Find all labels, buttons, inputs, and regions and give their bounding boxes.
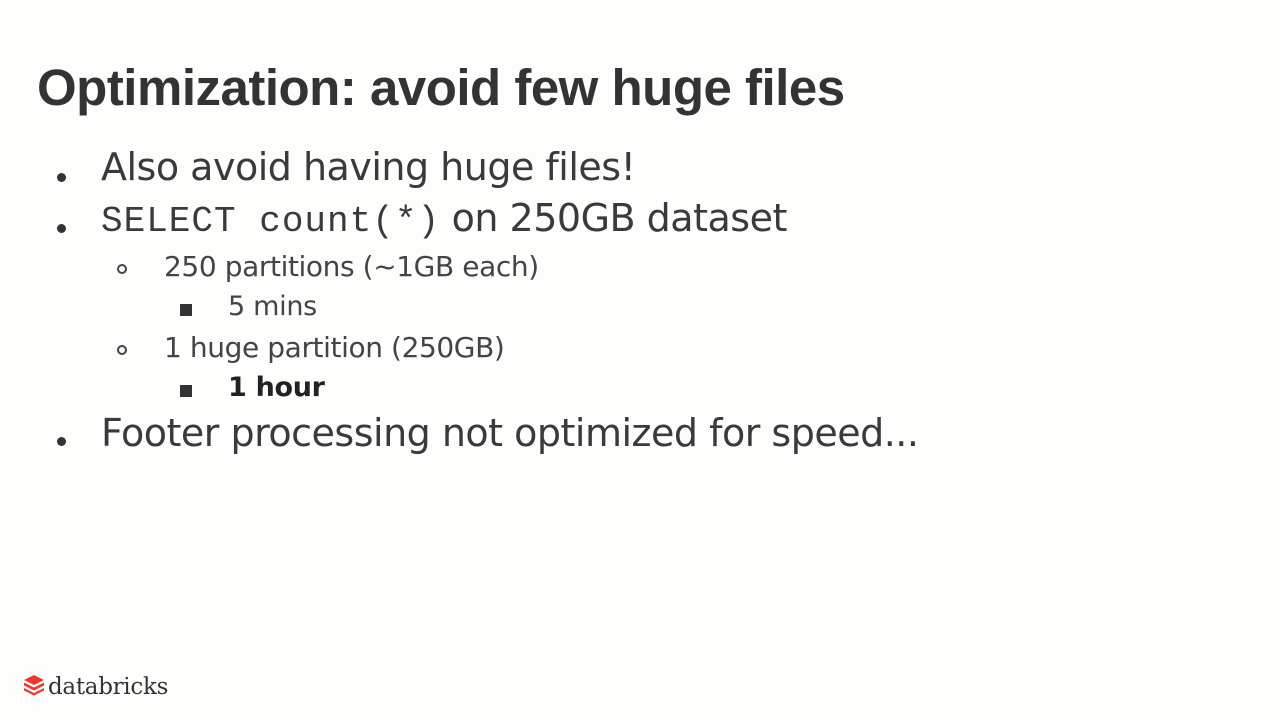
bullet-ring bbox=[117, 264, 127, 274]
logo-text: databricks bbox=[48, 674, 169, 700]
bullet-3: Footer processing not optimized for spee… bbox=[101, 411, 919, 455]
bullet-dot bbox=[57, 173, 66, 182]
slide: Optimization: avoid few huge files Also … bbox=[0, 0, 1280, 720]
sub-sub-bullet-2: 1 hour bbox=[228, 372, 325, 403]
databricks-logo: databricks bbox=[22, 672, 168, 702]
bullet-2: SELECT count(*) on 250GB dataset bbox=[101, 196, 787, 242]
bullet-2-text: on 250GB dataset bbox=[440, 196, 788, 240]
sub-sub-bullet-1: 5 mins bbox=[228, 291, 317, 322]
sub-bullet-1: 250 partitions (~1GB each) bbox=[164, 250, 539, 283]
databricks-logo-icon bbox=[22, 673, 46, 702]
bullet-square bbox=[180, 304, 192, 316]
code-snippet: SELECT count(*) bbox=[101, 201, 441, 242]
bullet-dot bbox=[57, 437, 66, 446]
bullet-1: Also avoid having huge files! bbox=[101, 145, 636, 189]
bullet-square bbox=[180, 385, 192, 397]
slide-title: Optimization: avoid few huge files bbox=[37, 59, 845, 116]
bullet-dot bbox=[57, 224, 66, 233]
sub-bullet-2: 1 huge partition (250GB) bbox=[164, 331, 505, 364]
bullet-ring bbox=[117, 345, 127, 355]
